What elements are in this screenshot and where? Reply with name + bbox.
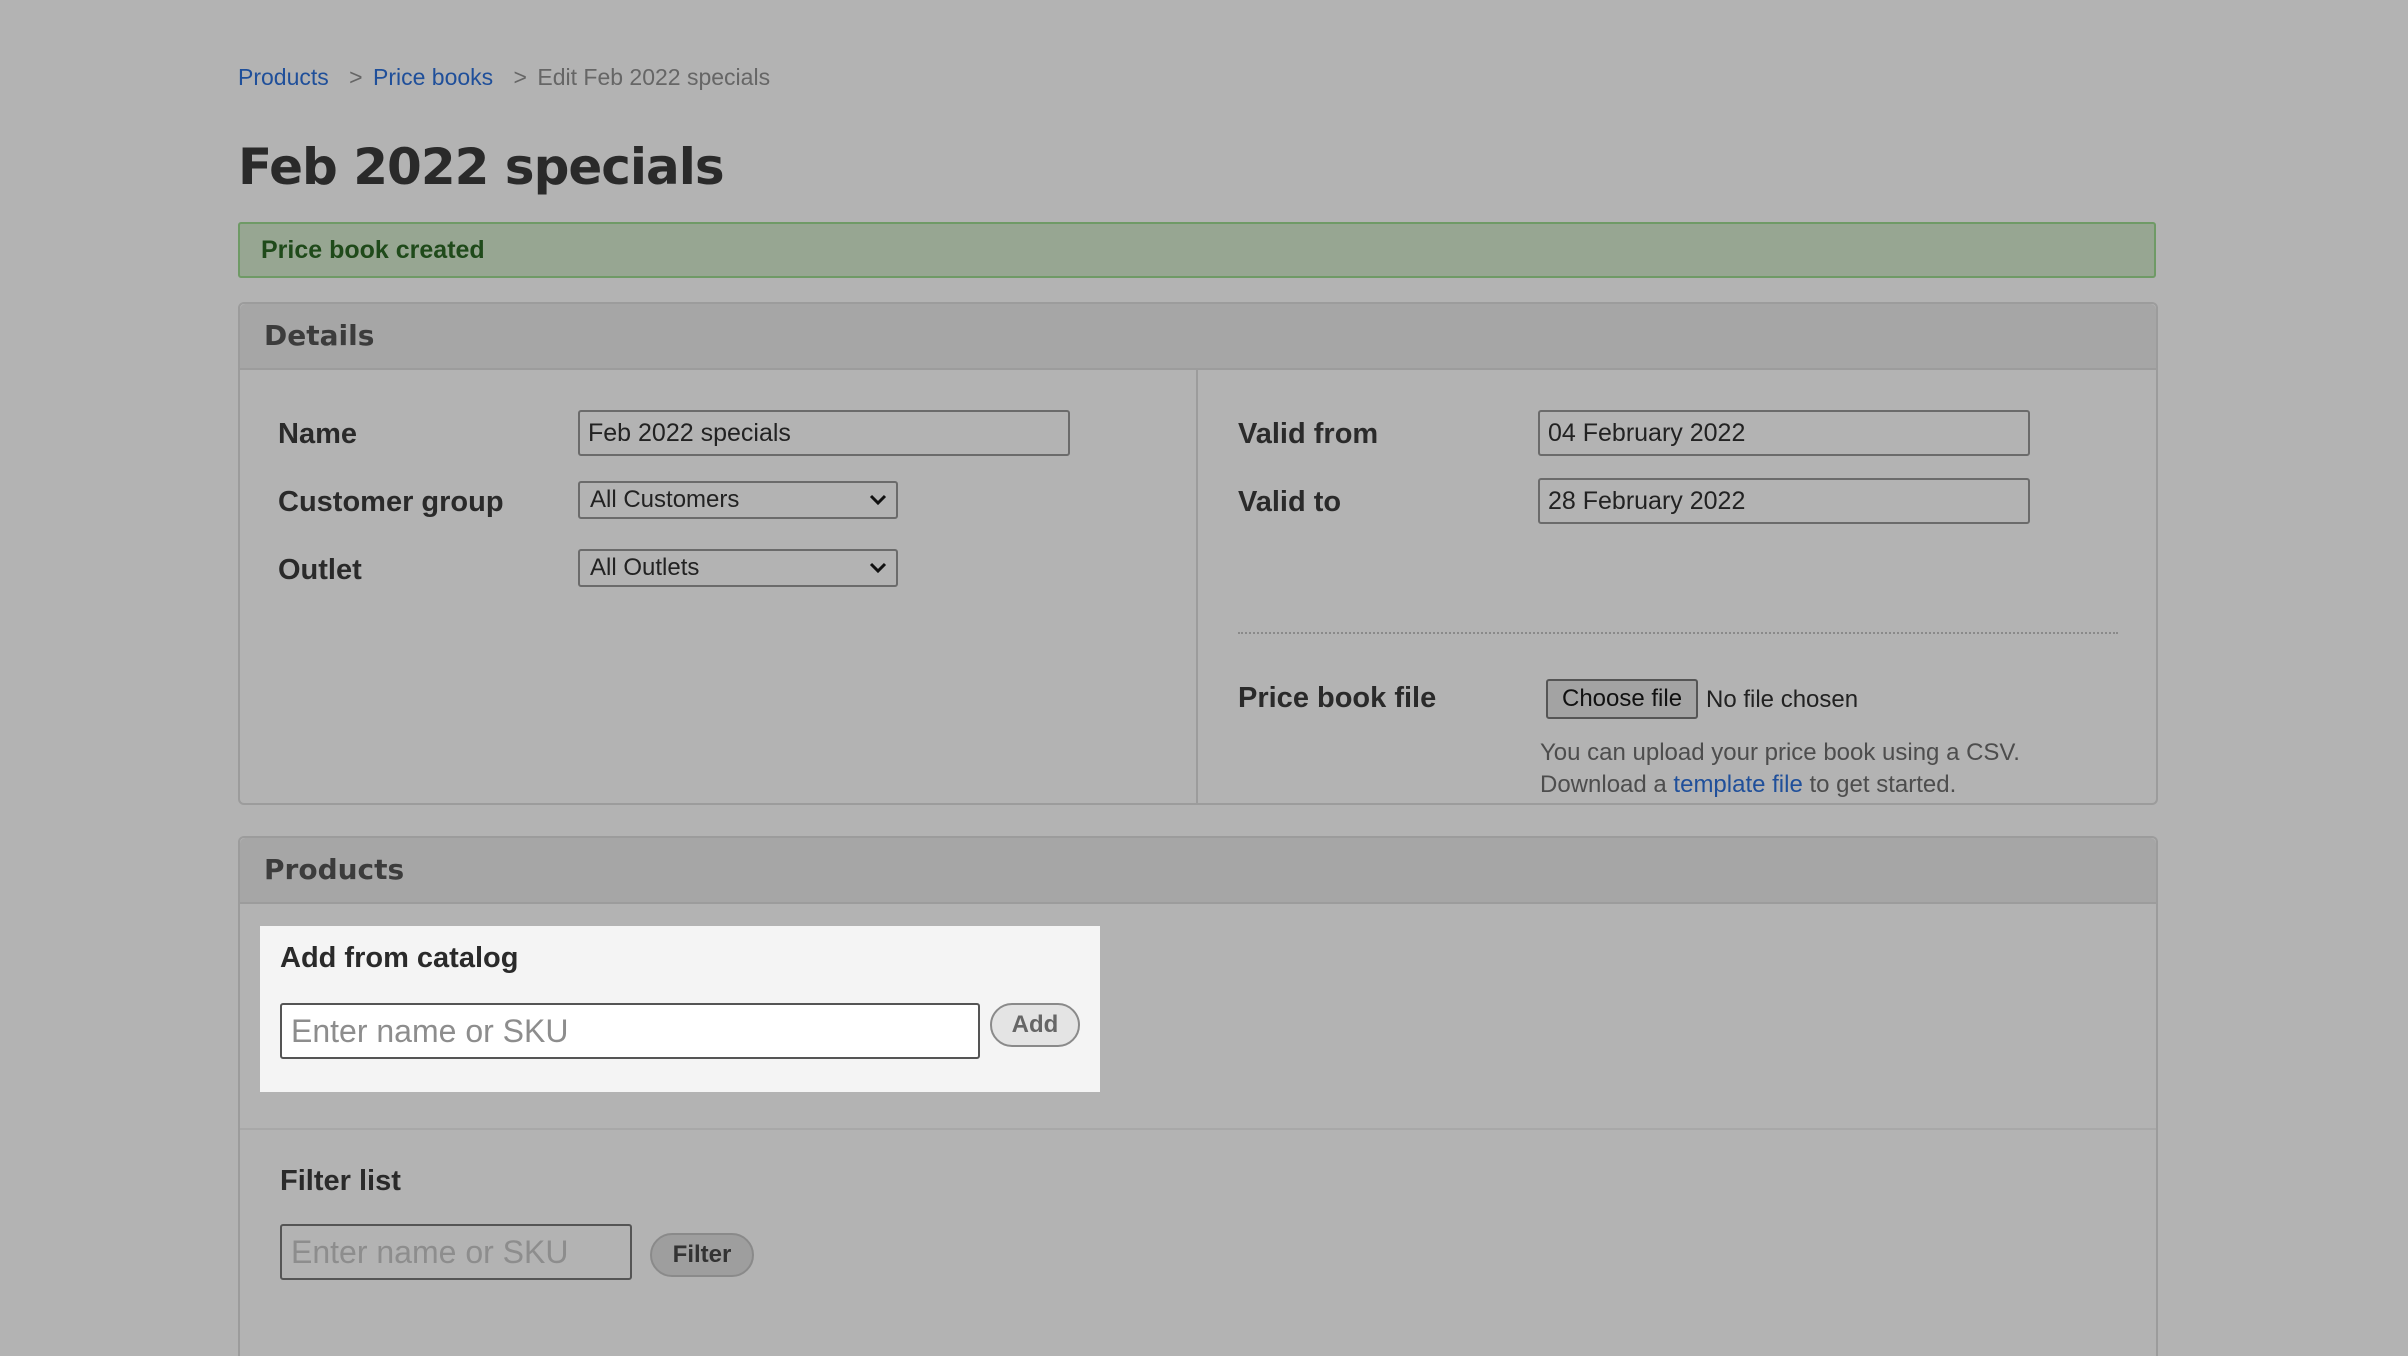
price-book-file-label: Price book file <box>1238 682 1437 714</box>
valid-to-label: Valid to <box>1238 486 1342 518</box>
breadcrumb-current: Edit Feb 2022 specials <box>537 64 771 90</box>
details-body: Name Customer group All Customers Outlet… <box>240 370 2156 805</box>
products-panel-header: Products <box>240 838 2156 904</box>
breadcrumb-products-link[interactable]: Products <box>238 64 329 90</box>
help-line-1: You can upload your price book using a C… <box>1540 739 2020 766</box>
page-title: Feb 2022 specials <box>238 138 725 196</box>
filter-list-heading: Filter list <box>280 1165 401 1197</box>
chevron-down-icon <box>869 562 887 574</box>
column-divider <box>1196 370 1198 805</box>
outlet-selected-value: All Outlets <box>590 554 700 581</box>
help-line-2-prefix: Download a <box>1540 771 1667 798</box>
customer-group-label: Customer group <box>278 486 504 518</box>
valid-from-input[interactable] <box>1538 410 2030 456</box>
breadcrumb: Products > Price books > Edit Feb 2022 s… <box>238 64 770 91</box>
breadcrumb-separator: > <box>349 64 363 90</box>
products-divider <box>240 1128 2156 1130</box>
filter-button[interactable]: Filter <box>650 1233 754 1277</box>
catalog-search-input[interactable] <box>280 1003 980 1059</box>
dotted-separator <box>1238 632 2118 634</box>
success-alert: Price book created <box>238 222 2156 278</box>
breadcrumb-separator: > <box>513 64 527 90</box>
details-panel-header: Details <box>240 304 2156 370</box>
valid-from-label: Valid from <box>1238 418 1379 450</box>
add-from-catalog-box: Add from catalog Add <box>260 926 1100 1092</box>
customer-group-select[interactable]: All Customers <box>578 481 898 519</box>
upload-help-text: You can upload your price book using a C… <box>1540 737 2020 801</box>
name-label: Name <box>278 418 357 450</box>
customer-group-selected-value: All Customers <box>590 486 740 513</box>
name-input[interactable] <box>578 410 1070 456</box>
add-button[interactable]: Add <box>990 1003 1080 1047</box>
page: Products > Price books > Edit Feb 2022 s… <box>238 0 2158 1356</box>
choose-file-button[interactable]: Choose file <box>1546 679 1699 719</box>
breadcrumb-price-books-link[interactable]: Price books <box>373 64 493 90</box>
products-panel: Products Add from catalog Add Filter lis… <box>238 836 2158 1356</box>
help-line-2: Download a template file to get started. <box>1540 769 2020 801</box>
filter-input[interactable] <box>280 1224 632 1280</box>
template-file-link[interactable]: template file <box>1673 771 1802 798</box>
file-status: No file chosen <box>1706 686 1859 713</box>
add-from-catalog-heading: Add from catalog <box>280 942 519 974</box>
chevron-down-icon <box>869 494 887 506</box>
help-line-2-suffix: to get started. <box>1809 771 1957 798</box>
valid-to-input[interactable] <box>1538 478 2030 524</box>
outlet-label: Outlet <box>278 554 362 586</box>
details-panel: Details Name Customer group All Customer… <box>238 302 2158 805</box>
outlet-select[interactable]: All Outlets <box>578 549 898 587</box>
